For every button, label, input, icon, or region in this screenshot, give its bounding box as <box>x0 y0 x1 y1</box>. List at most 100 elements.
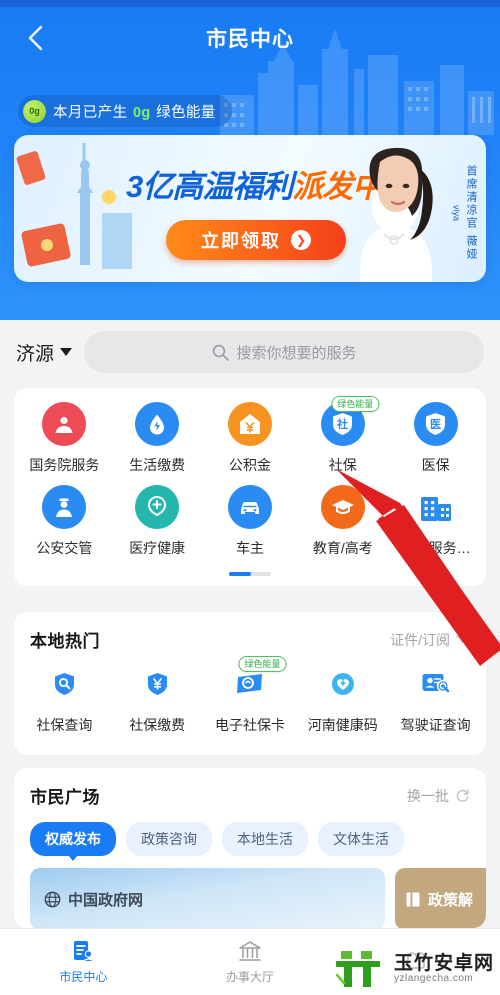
service-item-4[interactable]: 河南健康码 <box>296 662 389 745</box>
government-emblem-icon <box>42 402 87 446</box>
plaza-card: 市民广场 换一批 权威发布 政策咨询 本地生活 文体生活 中国政府网 政策解 <box>14 768 486 928</box>
feed-policy-label-wrap: 政策解 <box>405 889 473 910</box>
svg-text:社: 社 <box>336 417 348 431</box>
watermark-logo-icon <box>335 951 380 987</box>
service-item-label: 河南健康码 <box>307 717 378 733</box>
promo-banner[interactable]: 3亿高温福利派发中 立即领取 ❯ 首席清凉官 薇娅viya <box>14 135 486 282</box>
plaza-tabs: 权威发布 政策咨询 本地生活 文体生活 <box>14 812 486 864</box>
banner-side-text: 首席清凉官 薇娅viya <box>451 157 478 269</box>
chevron-down-icon <box>456 635 470 644</box>
service-item-3[interactable]: 绿色能量电子社保卡 <box>204 656 297 745</box>
service-item-label: 驾驶证查询 <box>400 717 471 733</box>
service-item-6[interactable]: 公安交管 <box>18 485 111 568</box>
service-item-label: 疫情服务… <box>400 540 471 556</box>
service-item-9[interactable]: 教育/高考 <box>296 485 389 568</box>
service-item-label: 公积金 <box>228 457 271 473</box>
local-hot-grid: 社保查询 社保缴费 绿色能量 电子社保卡 河南健康码 驾驶证查询 <box>14 656 486 755</box>
service-item-4[interactable]: 绿色能量社社保 <box>296 396 389 485</box>
service-item-label: 国务院服务 <box>29 457 100 473</box>
service-item-label: 公安交管 <box>36 540 93 556</box>
local-hot-header: 本地热门 证件/订阅 <box>14 612 486 656</box>
pager-thumb <box>229 572 251 576</box>
energy-value: 0g <box>132 104 151 121</box>
hospital-building-icon <box>414 485 458 529</box>
services-pager[interactable] <box>14 572 486 586</box>
search-input[interactable]: 搜索你想要的服务 <box>84 331 484 373</box>
search-icon <box>212 344 229 361</box>
banner-cta-label: 立即领取 <box>201 231 281 251</box>
plaza-tab-3[interactable]: 本地生活 <box>222 822 308 856</box>
shield-yuan-icon <box>135 662 179 706</box>
service-item-2[interactable]: 社保缴费 <box>111 662 204 745</box>
green-energy-banner[interactable]: 0g 本月已产生 0g 绿色能量 <box>18 95 232 127</box>
site-watermark: 玉竹安卓网 yzlangecha.com <box>335 949 494 989</box>
heart-plus-icon <box>321 662 365 706</box>
feed-gov-label-wrap: 中国政府网 <box>44 889 143 910</box>
tab-citizen-center[interactable]: 市民中心 <box>0 939 167 985</box>
city-name: 济源 <box>16 343 55 365</box>
services-grid: 国务院服务 生活缴费 公积金 绿色能量社社保医医保 公安交管 医疗健康 车主 教育/高考 疫情服… <box>14 388 486 572</box>
energy-prefix: 本月已产生 <box>53 104 132 121</box>
service-item-label: 生活缴费 <box>129 457 186 473</box>
service-item-5[interactable]: 驾驶证查询 <box>389 662 482 745</box>
service-item-label: 医疗健康 <box>129 540 186 556</box>
banner-left-decoration <box>16 143 132 269</box>
plaza-tab-1[interactable]: 权威发布 <box>30 822 116 856</box>
service-item-10[interactable]: 疫情服务… <box>389 485 482 568</box>
search-placeholder: 搜索你想要的服务 <box>236 344 357 362</box>
feed-gov-label: 中国政府网 <box>68 892 144 909</box>
shield-yi-icon: 医 <box>413 402 458 446</box>
banner-title-main: 3亿高温福利 <box>126 169 293 204</box>
banner-cta-button[interactable]: 立即领取 ❯ <box>166 220 346 260</box>
graduation-cap-icon <box>320 485 365 529</box>
feed-card-gov[interactable]: 中国政府网 <box>30 868 385 928</box>
local-hot-action-label: 证件/订阅 <box>390 631 450 648</box>
citizen-center-icon <box>74 941 95 962</box>
book-icon <box>406 892 420 907</box>
app-screen: 市民中心 0g 本月已产生 0g 绿色能量 3亿高温福利派发中 立即领取 ❯ 首… <box>0 0 500 995</box>
hero-header: 市民中心 0g 本月已产生 0g 绿色能量 3亿高温福利派发中 立即领取 ❯ 首… <box>0 7 500 320</box>
shield-search-icon <box>42 662 86 706</box>
plaza-tab-4[interactable]: 文体生活 <box>318 822 404 856</box>
service-item-label: 电子社保卡 <box>214 717 285 733</box>
energy-text: 本月已产生 0g 绿色能量 <box>53 101 216 122</box>
local-hot-action[interactable]: 证件/订阅 <box>390 630 470 650</box>
house-yuan-icon <box>227 402 272 446</box>
banner-model-photo <box>359 147 433 282</box>
tab-service-hall[interactable]: 办事大厅 <box>167 939 334 985</box>
plaza-feeds: 中国政府网 政策解 <box>14 864 486 928</box>
service-item-label: 社保 <box>328 457 357 473</box>
local-hot-title: 本地热门 <box>30 632 100 651</box>
water-drop-icon <box>135 402 180 446</box>
watermark-sub: yzlangecha.com <box>393 972 474 984</box>
service-item-2[interactable]: 生活缴费 <box>111 402 204 485</box>
status-bar <box>0 0 500 7</box>
tab-citizen-center-label: 市民中心 <box>59 970 108 984</box>
plaza-title: 市民广场 <box>30 788 100 807</box>
plaza-tab-2[interactable]: 政策咨询 <box>126 822 212 856</box>
police-officer-icon <box>42 485 87 529</box>
caret-down-icon <box>60 348 73 356</box>
feed-card-policy[interactable]: 政策解 <box>395 868 486 928</box>
plaza-refresh[interactable]: 换一批 <box>407 786 470 806</box>
service-item-label: 车主 <box>235 540 264 556</box>
service-item-label: 教育/高考 <box>312 540 373 556</box>
svg-text:医: 医 <box>430 418 441 431</box>
service-item-label: 社保缴费 <box>129 717 186 733</box>
city-selector[interactable]: 济源 <box>16 339 73 366</box>
service-item-8[interactable]: 车主 <box>204 485 297 568</box>
service-item-5[interactable]: 医医保 <box>389 402 482 485</box>
service-item-7[interactable]: 医疗健康 <box>111 485 204 568</box>
service-item-label: 医保 <box>421 457 450 473</box>
bank-hall-icon <box>239 941 261 961</box>
services-card: 国务院服务 生活缴费 公积金 绿色能量社社保医医保 公安交管 医疗健康 车主 教育/高考 疫情服… <box>14 388 486 586</box>
energy-suffix: 绿色能量 <box>151 104 216 121</box>
id-search-icon <box>414 662 458 706</box>
service-item-1[interactable]: 社保查询 <box>18 662 111 745</box>
green-energy-badge: 绿色能量 <box>238 656 287 672</box>
page-title: 市民中心 <box>206 28 294 51</box>
service-item-3[interactable]: 公积金 <box>204 402 297 485</box>
banner-side-main: 首席清凉官 薇娅 <box>465 164 477 262</box>
pager-track <box>229 572 271 576</box>
service-item-1[interactable]: 国务院服务 <box>18 402 111 485</box>
